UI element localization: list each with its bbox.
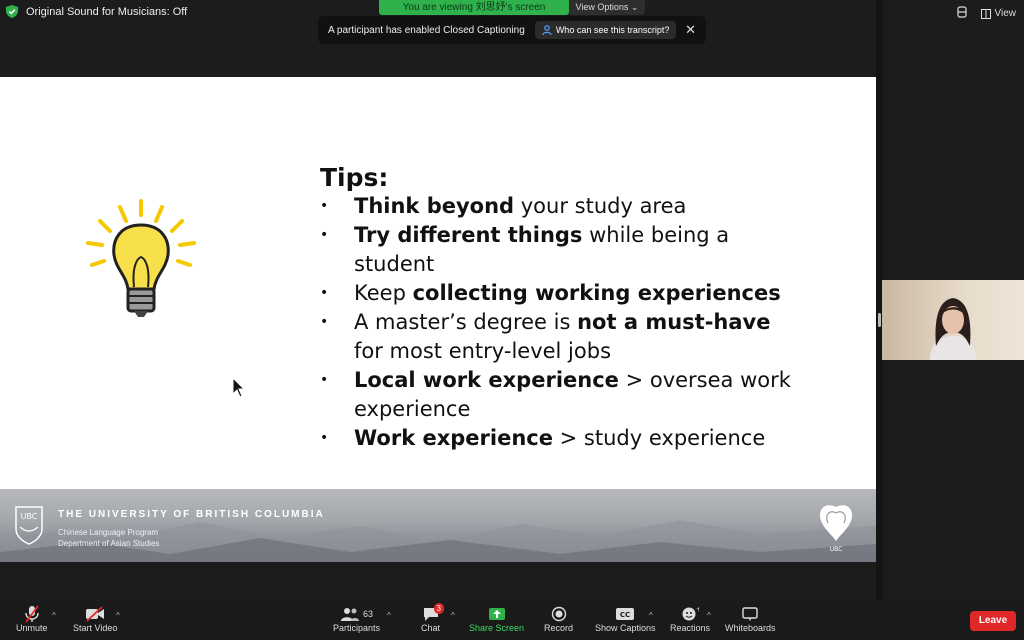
tip-item: Local work experience > oversea work exp… [320,366,800,424]
show-captions-label: Show Captions [595,623,656,633]
participant-video-feed [930,298,976,360]
whiteboards-button[interactable]: Whiteboards [725,605,776,633]
reactions-smiley-icon: + [682,606,699,621]
reactions-label: Reactions [670,623,711,633]
chat-options-caret[interactable]: ^ [451,611,455,620]
start-video-button[interactable]: Start Video [73,605,117,633]
mouse-cursor-icon [232,377,246,398]
show-captions-button[interactable]: CC Show Captions [595,605,656,633]
unmute-options-caret[interactable]: ^ [52,611,56,620]
immersive-view-icon[interactable] [956,6,967,21]
meeting-toolbar: Unmute ^ Start Video ^ 63 Participants ^ [0,602,1024,640]
participants-options-caret[interactable]: ^ [387,611,391,620]
reactions-button[interactable]: + Reactions [670,605,710,633]
video-camera-off-icon [86,606,105,622]
shield-icon [6,5,18,18]
program-info: Chinese Language Program Department of A… [58,527,159,549]
top-right-controls: View [956,6,1017,21]
lightbulb-icon [86,199,196,317]
whiteboards-label: Whiteboards [725,623,776,633]
ubc-logo: UBC [15,506,43,545]
participants-button[interactable]: 63 Participants [333,605,380,633]
unmute-button[interactable]: Unmute [16,605,48,633]
start-video-label: Start Video [73,623,118,633]
cc-notice-message: A participant has enabled Closed Caption… [328,24,525,36]
close-icon[interactable]: ✕ [685,22,696,38]
record-label: Record [544,623,574,633]
tip-item: Think beyond your study area [320,192,800,221]
who-can-see-label: Who can see this transcript? [555,25,670,35]
university-name: THE UNIVERSITY OF BRITISH COLUMBIA [58,509,325,520]
unmute-label: Unmute [16,623,48,633]
captions-options-caret[interactable]: ^ [649,611,653,620]
grid-icon [980,8,991,19]
share-screen-button[interactable]: Share Screen [469,605,524,633]
original-sound-status[interactable]: Original Sound for Musicians: Off [6,5,187,18]
original-sound-label: Original Sound for Musicians: Off [26,5,188,18]
record-icon [551,606,566,622]
person-icon [542,25,552,35]
view-button-label: View [994,8,1017,19]
participant-video-thumbnail[interactable] [882,280,1024,360]
tips-list: Think beyond your study area Try differe… [320,192,800,453]
slide-title: Tips: [320,163,389,192]
svg-text:UBC: UBC [21,512,38,521]
slide-footer: UBC THE UNIVERSITY OF BRITISH COLUMBIA C… [0,489,876,562]
ubc-crest-logo: UBC [819,505,853,553]
closed-captions-icon: CC [616,608,635,620]
view-options-label: View Options [575,2,629,12]
viewing-screen-banner: You are viewing 刘思妤's screen [379,0,569,15]
department-name: Department of Asian Studies [58,539,160,548]
reactions-options-caret[interactable]: ^ [707,611,711,620]
svg-text:CC: CC [620,611,630,619]
closed-caption-notice: A participant has enabled Closed Caption… [318,16,706,44]
shared-screen-slide: Tips: Think beyond your study area Try d… [0,77,876,562]
tip-item: Try different things while being a stude… [320,221,800,279]
video-options-caret[interactable]: ^ [116,611,120,620]
program-name: Chinese Language Program [58,528,159,537]
tip-item: Keep collecting working experiences [320,279,800,308]
record-button[interactable]: Record [544,605,573,633]
share-screen-label: Share Screen [469,623,525,633]
view-button[interactable]: View [980,8,1017,19]
participant-count: 63 [363,609,374,619]
tip-item: Work experience > study experience [320,424,800,453]
chevron-down-icon: ⌄ [630,2,639,12]
chat-label: Chat [421,623,441,633]
resize-handle[interactable] [878,313,881,327]
svg-text:UBC: UBC [830,546,843,553]
tip-item: A master’s degree is not a must-have for… [320,308,800,366]
microphone-muted-icon [25,605,39,623]
leave-meeting-button[interactable]: Leave [970,611,1016,631]
chat-unread-badge: 3 [433,603,444,614]
chat-button[interactable]: 3 Chat [421,603,444,633]
participants-label: Participants [333,623,381,633]
svg-text:+: + [696,606,699,613]
who-can-see-transcript-button[interactable]: Who can see this transcript? [534,21,677,39]
share-screen-icon [488,608,505,620]
view-options-button[interactable]: View Options ⌄ [569,0,645,15]
whiteboard-icon [742,607,758,621]
participants-icon [341,608,359,621]
